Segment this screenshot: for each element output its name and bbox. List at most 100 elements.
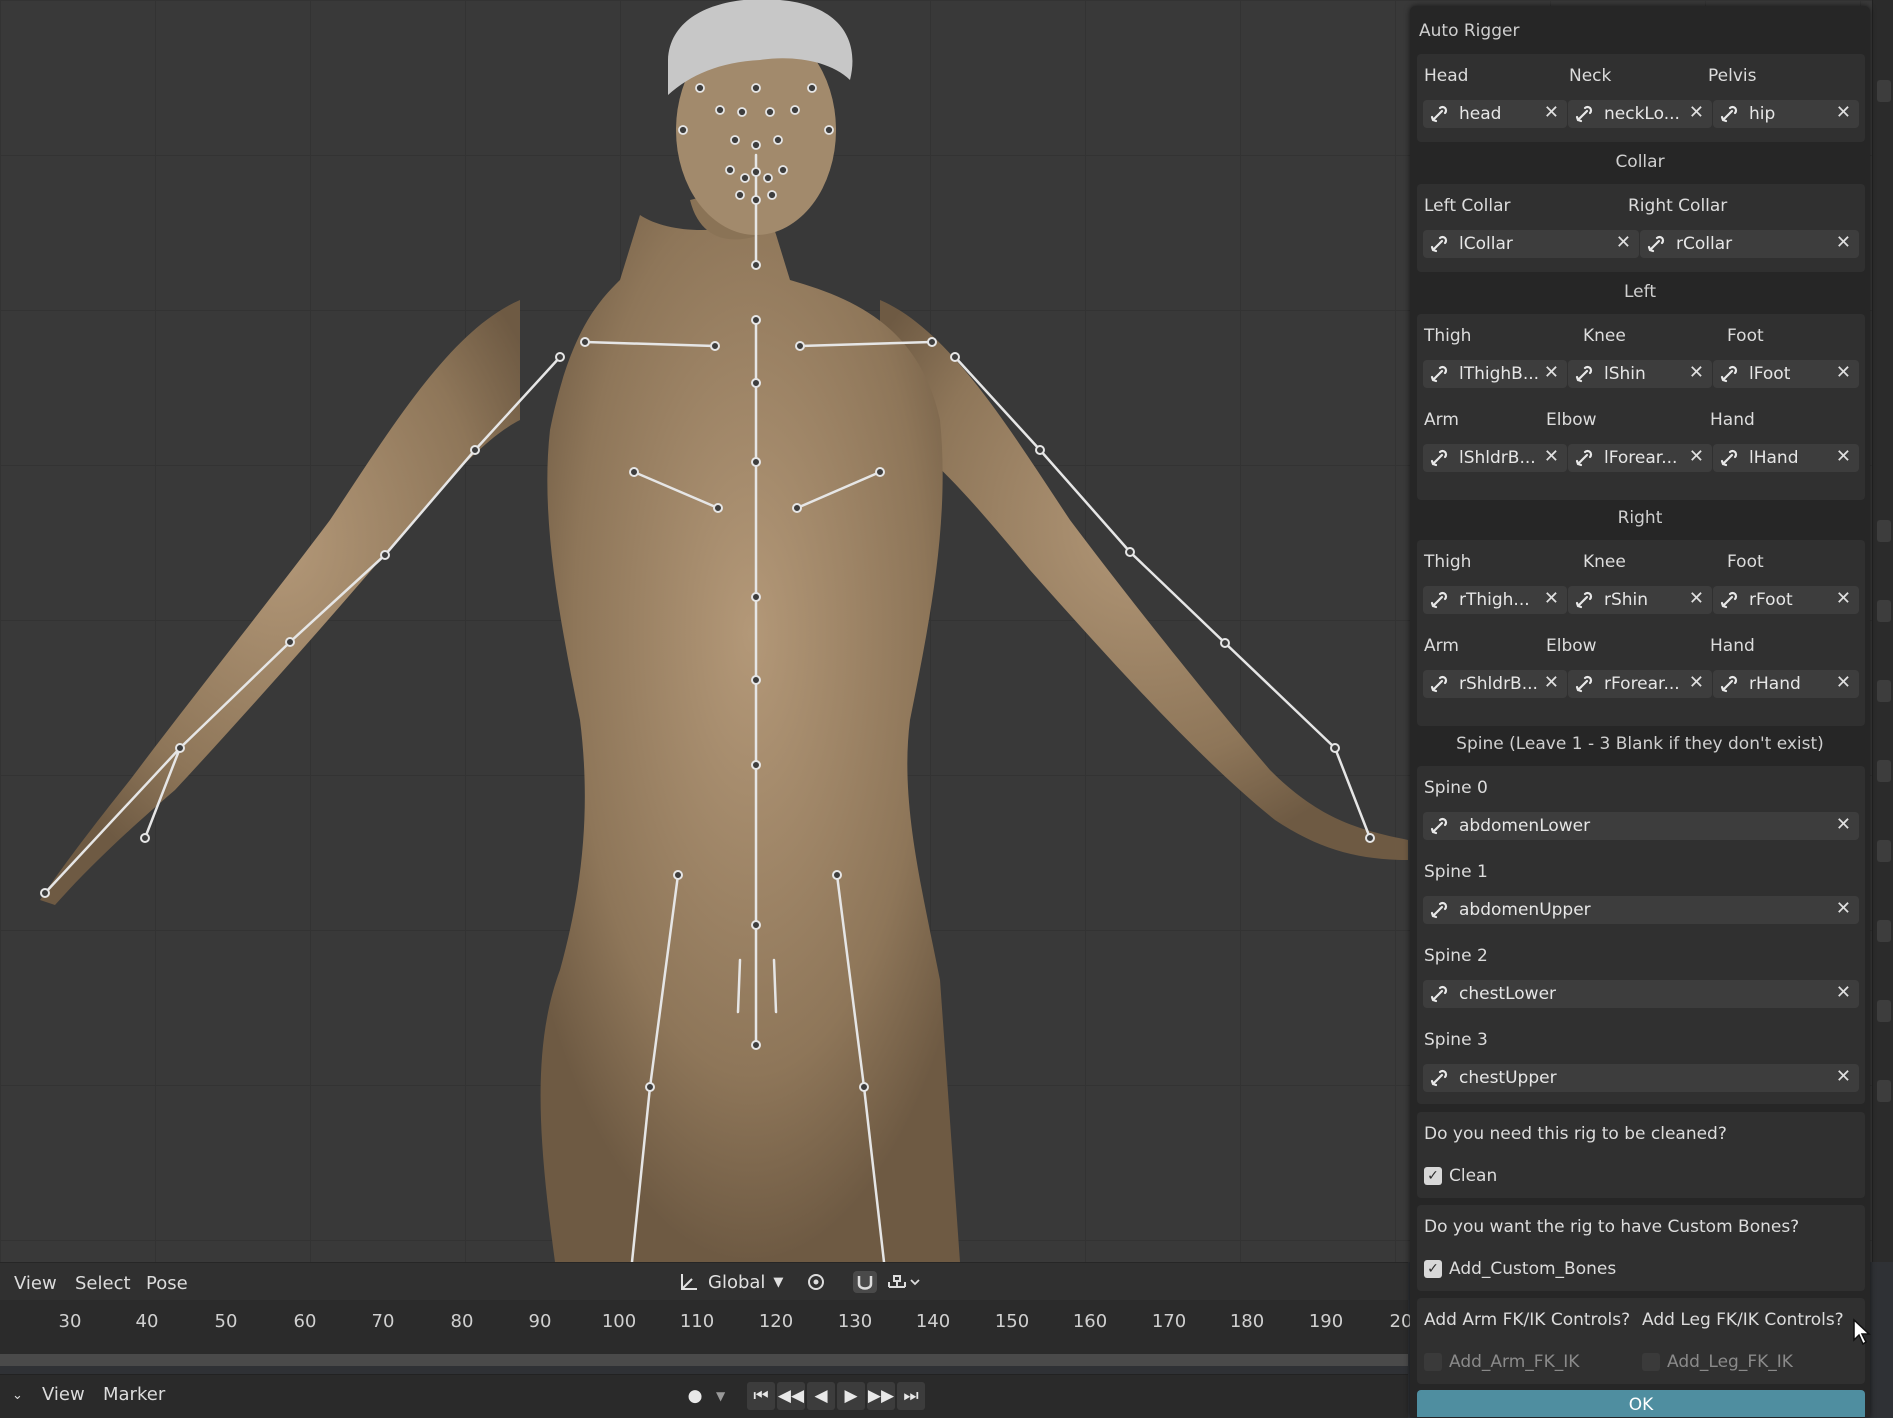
right-knee-bone-field[interactable]: rShin ✕	[1568, 586, 1712, 614]
left-foot-bone-field[interactable]: lFoot ✕	[1713, 360, 1859, 388]
frame-tick: 190	[1308, 1311, 1344, 1332]
clear-icon[interactable]: ✕	[1616, 232, 1631, 253]
sidebar-tab[interactable]	[1877, 920, 1891, 942]
spine-1-bone-field[interactable]: abdomenUpper ✕	[1423, 896, 1859, 924]
clear-icon[interactable]: ✕	[1689, 672, 1704, 693]
clear-icon[interactable]: ✕	[1836, 1066, 1851, 1087]
right-foot-label: Foot	[1727, 552, 1764, 572]
bone-icon	[1575, 105, 1593, 123]
right-elbow-bone-field[interactable]: rForear... ✕	[1568, 670, 1712, 698]
arm-fkik-checkbox-label[interactable]: Add_Arm_FK_IK	[1449, 1352, 1579, 1372]
clear-icon[interactable]: ✕	[1689, 588, 1704, 609]
ok-button[interactable]: OK	[1417, 1390, 1865, 1417]
snap-icon[interactable]	[853, 1271, 877, 1293]
custom-bones-checkbox-label[interactable]: Add_Custom_Bones	[1449, 1259, 1616, 1279]
sidebar-tab[interactable]	[1877, 600, 1891, 622]
jump-end-icon[interactable]: ⏭	[897, 1382, 925, 1410]
timeline-menu-marker[interactable]: Marker	[103, 1384, 165, 1405]
clear-icon[interactable]: ✕	[1544, 446, 1559, 467]
menu-pose[interactable]: Pose	[146, 1273, 188, 1294]
play-icon[interactable]: ▶	[837, 1382, 865, 1410]
menu-select[interactable]: Select	[75, 1273, 131, 1294]
clear-icon[interactable]: ✕	[1836, 102, 1851, 123]
right-collar-label: Right Collar	[1628, 196, 1728, 216]
clear-icon[interactable]: ✕	[1836, 898, 1851, 919]
clear-icon[interactable]: ✕	[1544, 102, 1559, 123]
frame-tick: 150	[994, 1311, 1030, 1332]
prev-keyframe-icon[interactable]: ◀◀	[777, 1382, 805, 1410]
sidebar-tab[interactable]	[1877, 1080, 1891, 1102]
right-foot-bone-field[interactable]: rFoot ✕	[1713, 586, 1859, 614]
menu-view[interactable]: View	[14, 1273, 57, 1294]
spine-2-bone-field[interactable]: chestLower ✕	[1423, 980, 1859, 1008]
left-knee-bone-field[interactable]: lShin ✕	[1568, 360, 1712, 388]
clear-icon[interactable]: ✕	[1544, 588, 1559, 609]
bone-icon	[1430, 449, 1448, 467]
next-keyframe-icon[interactable]: ▶▶	[867, 1382, 895, 1410]
clear-icon[interactable]: ✕	[1544, 362, 1559, 383]
head-bone-field[interactable]: head ✕	[1423, 100, 1567, 128]
neck-bone-field[interactable]: neckLo... ✕	[1568, 100, 1712, 128]
left-thigh-bone-field[interactable]: lThighB... ✕	[1423, 360, 1567, 388]
clear-icon[interactable]: ✕	[1836, 232, 1851, 253]
chevron-down-icon[interactable]: ▼	[716, 1389, 725, 1403]
bone-icon	[1720, 105, 1738, 123]
left-collar-bone-field[interactable]: lCollar ✕	[1423, 230, 1639, 258]
bone-icon	[1647, 235, 1665, 253]
chevron-down-icon[interactable]: ⌄	[12, 1388, 23, 1403]
right-thigh-bone-field[interactable]: rThigh... ✕	[1423, 586, 1567, 614]
clear-icon[interactable]: ✕	[1836, 362, 1851, 383]
right-collar-bone-field[interactable]: rCollar ✕	[1640, 230, 1859, 258]
clear-icon[interactable]: ✕	[1836, 982, 1851, 1003]
leg-fkik-checkbox[interactable]	[1642, 1353, 1660, 1371]
sidebar-tab[interactable]	[1877, 1000, 1891, 1022]
left-hand-bone-field[interactable]: lHand ✕	[1713, 444, 1859, 472]
snap-target-icon[interactable]	[886, 1271, 920, 1293]
right-arm-bone-field[interactable]: rShldrB... ✕	[1423, 670, 1567, 698]
clear-icon[interactable]: ✕	[1544, 672, 1559, 693]
custom-bones-checkbox[interactable]: ✓	[1424, 1260, 1442, 1278]
clear-icon[interactable]: ✕	[1689, 362, 1704, 383]
neck-bone-value: neckLo...	[1604, 104, 1680, 124]
character-model[interactable]	[0, 0, 1408, 1262]
timeline-scrollbar[interactable]	[0, 1354, 1408, 1366]
jump-start-icon[interactable]: ⏮	[747, 1382, 775, 1410]
clear-icon[interactable]: ✕	[1836, 446, 1851, 467]
transform-orientation-dropdown[interactable]: Global ▼	[678, 1268, 783, 1296]
frame-tick: 180	[1229, 1311, 1265, 1332]
sidebar-tab[interactable]	[1877, 840, 1891, 862]
left-elbow-label: Elbow	[1546, 410, 1597, 430]
arm-fkik-checkbox[interactable]	[1424, 1353, 1442, 1371]
sidebar-tab-strip[interactable]	[1872, 0, 1893, 1262]
spine-0-bone-field[interactable]: abdomenLower ✕	[1423, 812, 1859, 840]
left-arm-bone-field[interactable]: lShldrB... ✕	[1423, 444, 1567, 472]
record-icon[interactable]: ●	[681, 1382, 709, 1410]
clean-checkbox[interactable]: ✓	[1424, 1167, 1442, 1185]
sidebar-tab[interactable]	[1877, 760, 1891, 782]
pelvis-bone-field[interactable]: hip ✕	[1713, 100, 1859, 128]
bone-icon	[1430, 985, 1448, 1003]
spine-section-label: Spine (Leave 1 - 3 Blank if they don't e…	[1456, 734, 1824, 754]
clear-icon[interactable]: ✕	[1836, 672, 1851, 693]
play-reverse-icon[interactable]: ◀	[807, 1382, 835, 1410]
left-elbow-bone-field[interactable]: lForear... ✕	[1568, 444, 1712, 472]
clear-icon[interactable]: ✕	[1836, 588, 1851, 609]
timeline-ruler[interactable]: 30 40 50 60 70 80 90 100 110 120 130 140…	[0, 1300, 1412, 1356]
clean-checkbox-label[interactable]: Clean	[1449, 1166, 1497, 1186]
clear-icon[interactable]: ✕	[1689, 446, 1704, 467]
right-hand-bone-field[interactable]: rHand ✕	[1713, 670, 1859, 698]
clear-icon[interactable]: ✕	[1836, 814, 1851, 835]
orientation-label: Global	[708, 1271, 766, 1293]
timeline-menu-view[interactable]: View	[42, 1384, 85, 1405]
sidebar-tab[interactable]	[1877, 520, 1891, 542]
right-elbow-label: Elbow	[1546, 636, 1597, 656]
leg-fkik-checkbox-label[interactable]: Add_Leg_FK_IK	[1667, 1352, 1793, 1372]
spine-3-bone-field[interactable]: chestUpper ✕	[1423, 1064, 1859, 1092]
sidebar-tab[interactable]	[1877, 80, 1891, 102]
clear-icon[interactable]: ✕	[1689, 102, 1704, 123]
pivot-point-icon[interactable]	[805, 1271, 829, 1293]
left-arm-label: Arm	[1424, 410, 1459, 430]
viewport-header: View Select Pose Global ▼	[0, 1262, 1408, 1301]
frame-tick: 80	[450, 1311, 474, 1332]
sidebar-tab[interactable]	[1877, 680, 1891, 702]
